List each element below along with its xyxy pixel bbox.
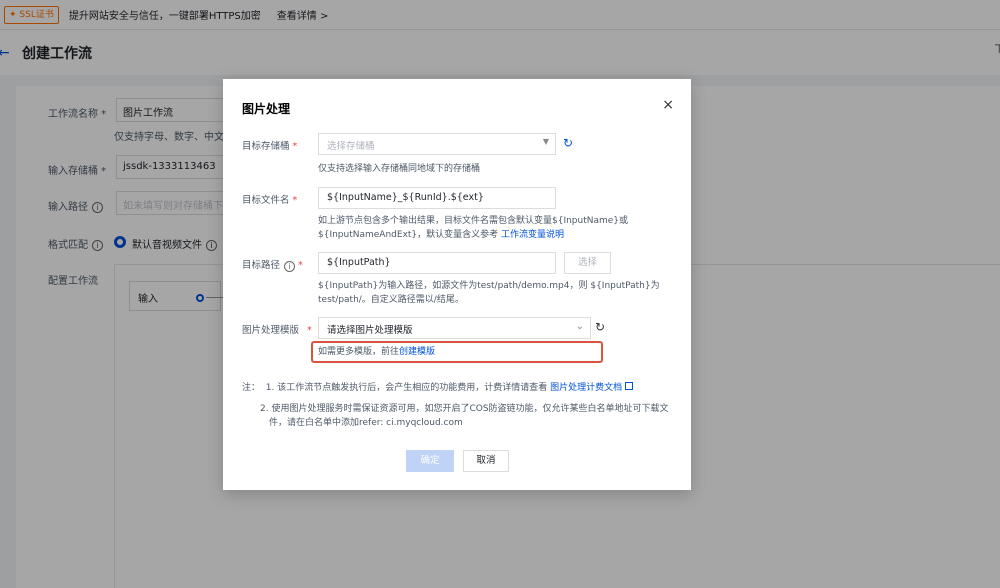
workflow-variables-link[interactable]: 工作流变量说明 <box>501 230 564 240</box>
target-filename-input[interactable]: ${InputName}_${RunId}.${ext} <box>318 187 556 209</box>
target-bucket-label: 目标存储桶 * <box>242 141 298 152</box>
close-icon[interactable]: × <box>662 97 674 113</box>
target-bucket-select[interactable]: 选择存储桶 ▼ <box>318 133 556 155</box>
note-1: 注： 1. 该工作流节点触发执行后，会产生相应的功能费用，计费详情请查看 图片处… <box>242 381 634 395</box>
template-label: 图片处理模版 * <box>242 325 312 336</box>
target-bucket-hint: 仅支持选择输入存储桶同地域下的存储桶 <box>318 164 481 174</box>
external-link-icon <box>625 382 634 390</box>
target-path-input[interactable]: ${InputPath} <box>318 252 556 274</box>
note-2-line-2: 件，请在白名单中添加refer: ci.myqcloud.com <box>269 418 463 428</box>
target-path-hint-2: test/path/。自定义路径需以/结尾。 <box>318 295 464 305</box>
select-path-button[interactable]: 选择 <box>564 252 611 274</box>
refresh-icon[interactable]: ↻ <box>563 136 573 150</box>
cancel-button[interactable]: 取消 <box>463 450 509 472</box>
refresh-icon[interactable]: ↻ <box>595 320 605 334</box>
template-select[interactable]: 请选择图片处理模版 ⌄ <box>318 317 591 339</box>
target-filename-hint-1: 如上游节点包含多个输出结果，目标文件名需包含默认变量${InputName}或 <box>318 216 629 226</box>
chevron-down-icon: ⌄ <box>575 321 584 332</box>
target-filename-label: 目标文件名 * <box>242 195 298 206</box>
target-path-hint-1: ${InputPath}为输入路径，如源文件为test/path/demo.mp… <box>318 281 660 291</box>
template-placeholder: 请选择图片处理模版 <box>327 325 413 336</box>
chevron-down-icon: ▼ <box>542 137 549 146</box>
target-filename-hint-2: ${InputNameAndExt}，默认变量含义参考 工作流变量说明 <box>318 230 565 240</box>
template-hint: 如需更多模版，前往创建模版 <box>318 347 436 357</box>
target-bucket-placeholder: 选择存储桶 <box>327 141 375 152</box>
image-processing-dialog: 图片处理 × 目标存储桶 * 选择存储桶 ▼ ↻ 仅支持选择输入存储桶同地域下的存… <box>223 79 691 490</box>
target-path-label: 目标路径 i * <box>242 260 303 272</box>
note-2-line-1: 2. 使用图片处理服务时需保证资源可用，如您开启了COS防盗链功能，仅允许某些白… <box>260 404 669 414</box>
info-icon[interactable]: i <box>284 261 296 272</box>
create-template-link[interactable]: 创建模版 <box>399 347 435 357</box>
ok-button[interactable]: 确定 <box>406 450 454 472</box>
dialog-title: 图片处理 <box>242 102 291 116</box>
billing-doc-link[interactable]: 图片处理计费文档 <box>550 383 622 393</box>
